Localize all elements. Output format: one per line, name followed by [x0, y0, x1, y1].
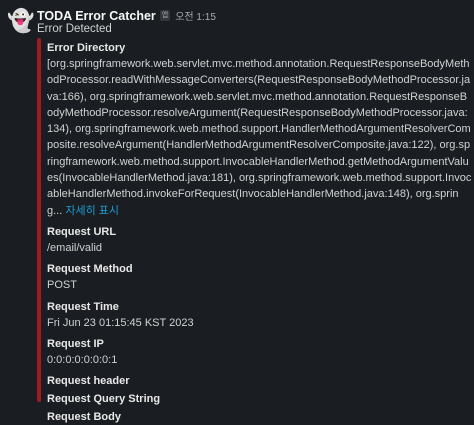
field-title-request-header: Request header [47, 375, 130, 388]
ghost-icon[interactable]: 👻 [7, 8, 35, 34]
sender-name[interactable]: TODA Error Catcher [37, 9, 156, 23]
app-badge: 앱 [159, 10, 171, 21]
field-title-request-ip: Request IP [47, 337, 104, 350]
field-value-request-ip: 0:0:0:0:0:0:0:1 [47, 353, 118, 366]
message-header: TODA Error Catcher 앱 오전 1:15 [37, 7, 216, 24]
field-title-request-url: Request URL [47, 225, 117, 238]
error-directory-text: [org.springframework.web.servlet.mvc.met… [47, 58, 472, 217]
message-text: Error Detected [37, 23, 112, 35]
attachment-fields: Error Directory [org.springframework.web… [47, 38, 472, 425]
see-more-link[interactable]: 자세히 표시 [65, 205, 119, 217]
field-value-request-time: Fri Jun 23 01:15:45 KST 2023 [47, 316, 194, 329]
field-value-error-directory: [org.springframework.web.servlet.mvc.met… [47, 56, 472, 219]
field-title-request-query-string: Request Query String [47, 393, 161, 406]
slack-message: 👻 TODA Error Catcher 앱 오전 1:15 Error Det… [0, 0, 474, 423]
field-title-request-body: Request Body [47, 411, 121, 424]
field-title-request-time: Request Time [47, 300, 119, 313]
field-value-request-url: /email/valid [47, 241, 103, 254]
field-value-request-method: POST [47, 279, 77, 292]
attachment-color-bar [37, 38, 41, 402]
field-title-request-method: Request Method [47, 263, 133, 276]
attachment: Error Directory [org.springframework.web… [37, 38, 474, 423]
timestamp[interactable]: 오전 1:15 [175, 8, 216, 23]
field-title-error-directory: Error Directory [47, 42, 126, 54]
